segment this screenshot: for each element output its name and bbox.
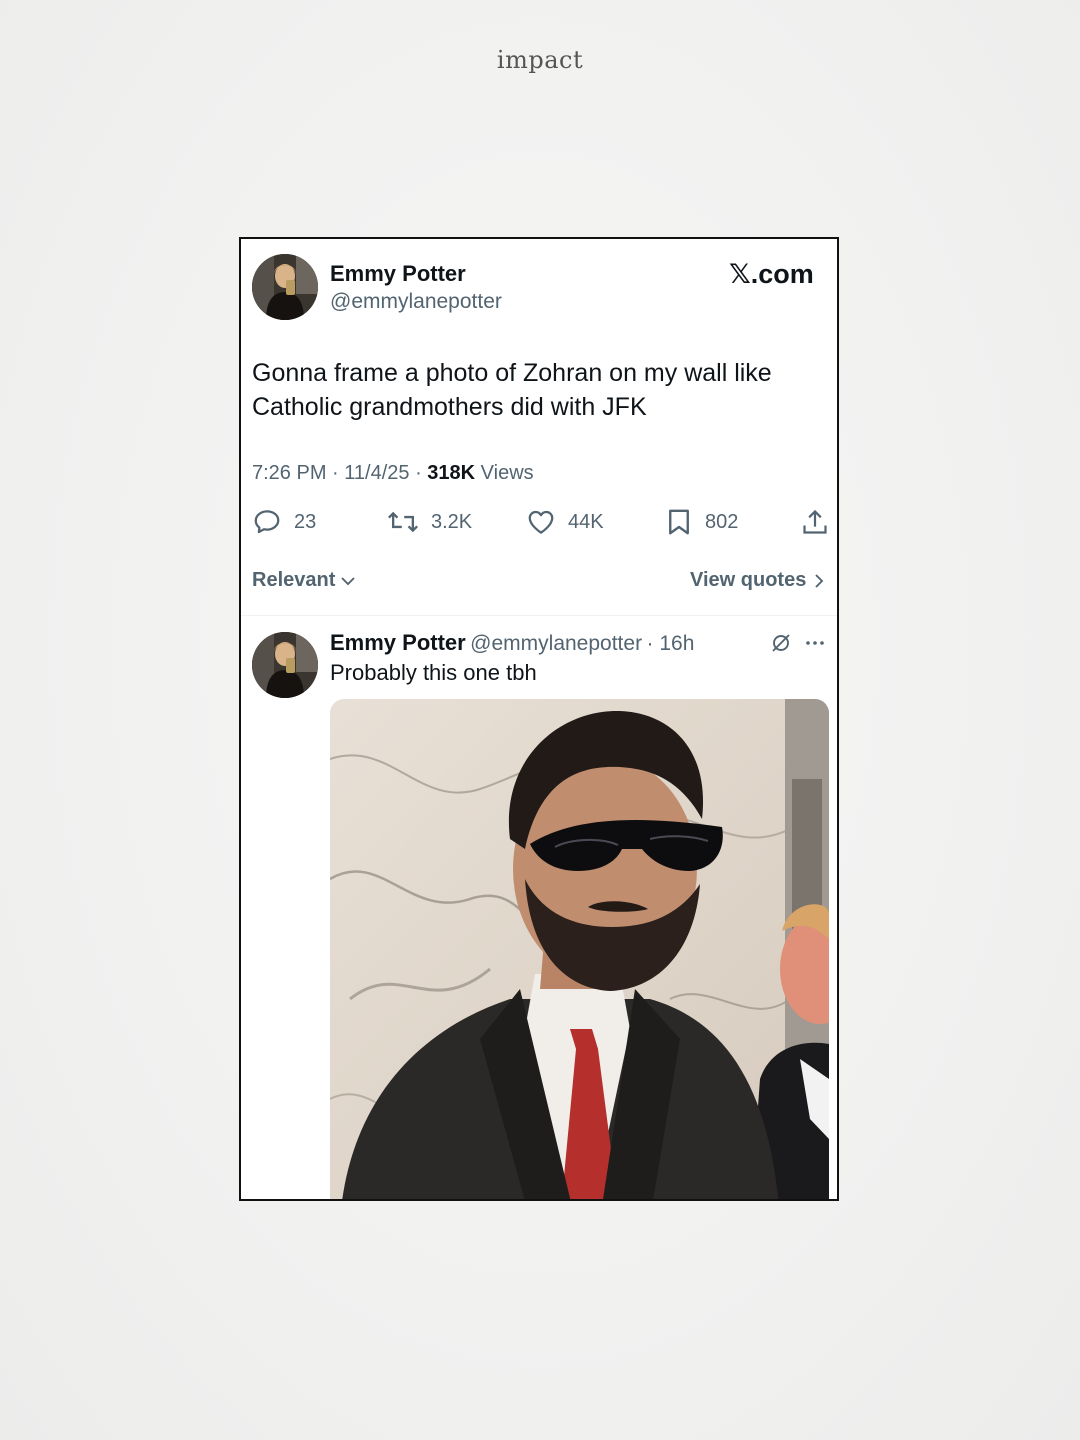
sort-label: Relevant [252, 569, 336, 591]
reply-avatar[interactable] [252, 632, 318, 698]
share-button[interactable] [801, 505, 829, 539]
avatar-image [252, 254, 318, 320]
author-handle[interactable]: @emmylanepotter [330, 290, 502, 314]
more-dots-icon[interactable] [803, 631, 827, 660]
reply-header: Emmy Potter @emmylanepotter · 16h [330, 630, 695, 655]
heart-icon [528, 510, 554, 534]
reply-text: Probably this one tbh [330, 660, 537, 685]
tweet-card: Emmy Potter @emmylanepotter 𝕏.com Gonna … [239, 237, 839, 1201]
source-label: 𝕏.com [729, 259, 814, 289]
reply-age[interactable]: 16h [659, 632, 694, 655]
view-quotes-label: View quotes [690, 569, 807, 591]
sort-dropdown[interactable]: Relevant [252, 569, 357, 592]
tweet-meta: 7:26 PM · 11/4/25 · 318K Views [252, 462, 534, 484]
bookmark-button[interactable]: 802 [665, 505, 738, 539]
grok-icon[interactable] [769, 631, 793, 660]
reply-author-handle[interactable]: @emmylanepotter [470, 632, 642, 655]
speech-bubble-icon [254, 510, 280, 534]
reply-author-name[interactable]: Emmy Potter [330, 630, 466, 655]
repost-arrows-icon [388, 511, 418, 533]
author-name[interactable]: Emmy Potter [330, 261, 466, 287]
views-count: 318K [427, 462, 476, 484]
repost-count: 3.2K [431, 510, 473, 533]
bookmark-icon [669, 509, 689, 535]
reply-photo[interactable] [330, 699, 829, 1199]
tweet-text: Gonna frame a photo of Zohran on my wall… [252, 359, 772, 421]
views-label: Views [480, 462, 534, 484]
tweet-date[interactable]: 11/4/25 [344, 462, 409, 484]
like-count: 44K [568, 510, 604, 533]
chevron-right-icon [815, 573, 824, 588]
share-upload-icon [803, 509, 827, 534]
divider [241, 615, 837, 616]
like-button[interactable]: 44K [526, 505, 604, 539]
bookmark-count: 802 [705, 510, 739, 533]
view-quotes-link[interactable]: View quotes [690, 569, 828, 592]
repost-button[interactable]: 3.2K [387, 505, 472, 539]
brand-logo: impact [496, 46, 584, 74]
reply-count: 23 [294, 510, 317, 533]
tweet-time[interactable]: 7:26 PM [252, 462, 326, 484]
avatar-image [252, 632, 318, 698]
author-avatar[interactable] [252, 254, 318, 320]
reply-button[interactable]: 23 [252, 505, 316, 539]
photo-image [330, 699, 829, 1199]
chevron-down-icon [341, 576, 356, 585]
